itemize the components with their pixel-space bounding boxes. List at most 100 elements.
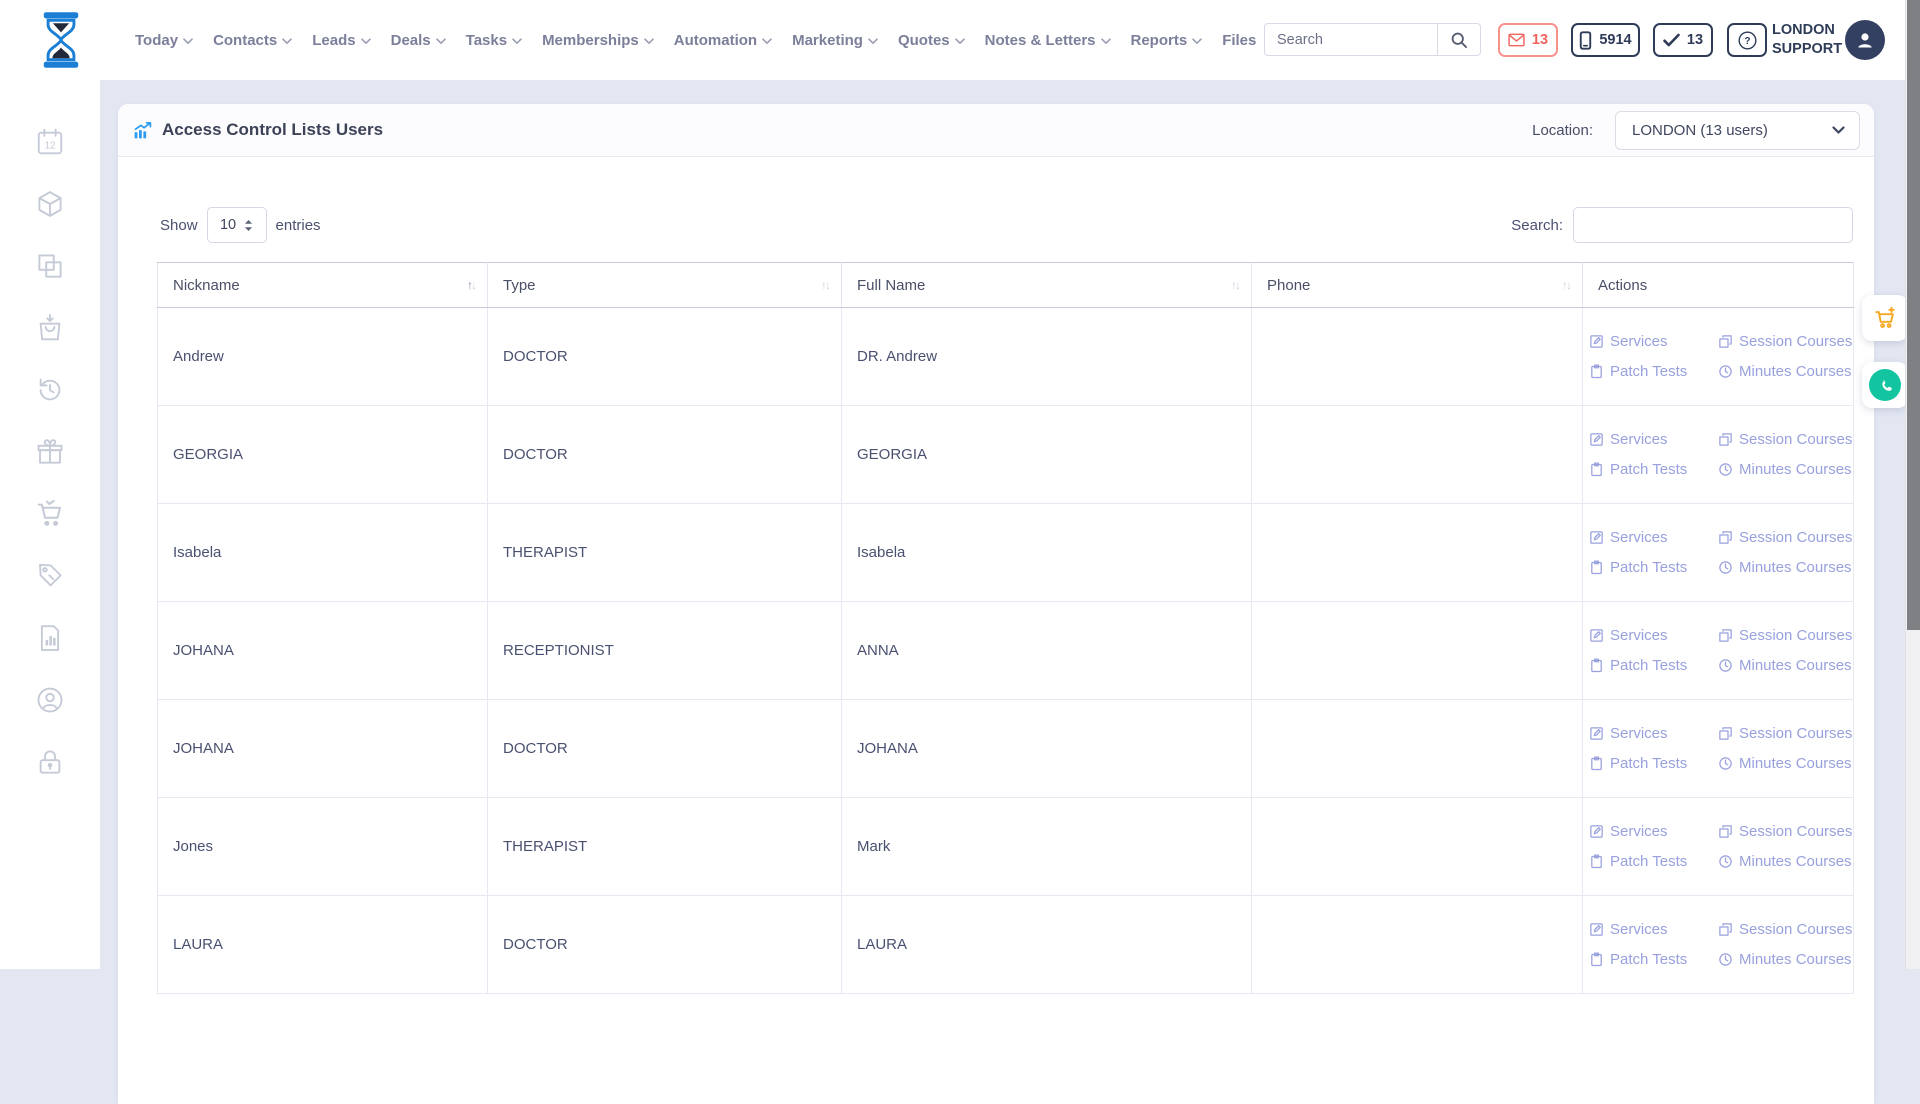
minutes-courses-link[interactable]: Minutes Courses — [1718, 461, 1853, 478]
action-label: Session Courses — [1739, 627, 1852, 644]
column-header-full-name[interactable]: Full Name ↑↓ — [842, 263, 1252, 308]
copy-squares-icon — [35, 251, 65, 281]
session-courses-link[interactable]: Session Courses — [1718, 921, 1853, 938]
session-courses-link[interactable]: Session Courses — [1718, 333, 1853, 350]
copy-window-icon — [1718, 922, 1733, 937]
session-courses-link[interactable]: Session Courses — [1718, 823, 1853, 840]
services-link[interactable]: Services — [1589, 725, 1718, 742]
sidebar-item-cart[interactable] — [35, 499, 65, 529]
column-header-phone[interactable]: Phone ↑↓ — [1252, 263, 1583, 308]
floating-cart-button[interactable] — [1862, 295, 1908, 341]
avatar[interactable] — [1845, 20, 1885, 60]
minutes-courses-link[interactable]: Minutes Courses — [1718, 657, 1853, 674]
location-select[interactable]: LONDON (13 users) — [1615, 111, 1860, 150]
global-search-input[interactable] — [1264, 23, 1437, 56]
phone-badge[interactable]: 5914 — [1571, 23, 1640, 57]
action-label: Patch Tests — [1610, 755, 1687, 772]
cell-actions: Services Session Courses Patch Tests — [1583, 406, 1854, 504]
menu-item-marketing[interactable]: Marketing — [792, 32, 878, 49]
patch-tests-link[interactable]: Patch Tests — [1589, 363, 1718, 380]
clock-icon — [1718, 854, 1733, 869]
table-row: LAURA DOCTOR LAURA Services Session Cour… — [158, 896, 1854, 994]
sidebar-item-security[interactable] — [35, 747, 65, 777]
vertical-scrollbar[interactable] — [1905, 0, 1920, 969]
services-link[interactable]: Services — [1589, 529, 1718, 546]
global-search — [1264, 23, 1481, 56]
menu-item-reports[interactable]: Reports — [1131, 32, 1203, 49]
services-link[interactable]: Services — [1589, 627, 1718, 644]
copy-window-icon — [1718, 334, 1733, 349]
table-row: JOHANA DOCTOR JOHANA Services Session Co… — [158, 700, 1854, 798]
chevron-down-icon — [512, 38, 522, 45]
sidebar-item-pricing[interactable] — [35, 561, 65, 591]
sidebar-item-gifts[interactable] — [35, 437, 65, 467]
page-length-select[interactable]: 10 — [207, 207, 267, 243]
mail-badge[interactable]: 13 — [1498, 23, 1558, 57]
page-title: Access Control Lists Users — [132, 120, 383, 141]
help-badge[interactable]: ? — [1727, 23, 1767, 57]
patch-tests-link[interactable]: Patch Tests — [1589, 853, 1718, 870]
services-link[interactable]: Services — [1589, 431, 1718, 448]
services-link[interactable]: Services — [1589, 921, 1718, 938]
tasks-badge[interactable]: 13 — [1653, 23, 1713, 57]
menu-item-automation[interactable]: Automation — [674, 32, 772, 49]
sidebar-item-reports[interactable] — [35, 623, 65, 653]
table-controls: Show 10 entries Search: — [160, 207, 1853, 243]
menu-item-tasks[interactable]: Tasks — [466, 32, 522, 49]
cell-actions: Services Session Courses Patch Tests — [1583, 602, 1854, 700]
session-courses-link[interactable]: Session Courses — [1718, 627, 1853, 644]
minutes-courses-link[interactable]: Minutes Courses — [1718, 853, 1853, 870]
patch-tests-link[interactable]: Patch Tests — [1589, 755, 1718, 772]
menu-item-quotes[interactable]: Quotes — [898, 32, 965, 49]
sidebar-item-users[interactable] — [35, 685, 65, 715]
services-link[interactable]: Services — [1589, 823, 1718, 840]
cell-nickname: GEORGIA — [158, 406, 488, 504]
sidebar-item-duplicates[interactable] — [35, 251, 65, 281]
patch-tests-link[interactable]: Patch Tests — [1589, 657, 1718, 674]
sidebar-item-products[interactable] — [35, 189, 65, 219]
patch-tests-link[interactable]: Patch Tests — [1589, 559, 1718, 576]
floating-phone-button[interactable] — [1862, 362, 1908, 408]
scrollbar-thumb[interactable] — [1907, 0, 1920, 630]
cell-full-name: JOHANA — [842, 700, 1252, 798]
minutes-courses-link[interactable]: Minutes Courses — [1718, 755, 1853, 772]
table-filter-input[interactable] — [1573, 207, 1853, 243]
envelope-icon — [1508, 33, 1525, 47]
column-label: Type — [503, 277, 536, 294]
menu-item-today[interactable]: Today — [135, 32, 193, 49]
menu-item-contacts[interactable]: Contacts — [213, 32, 292, 49]
cell-type: THERAPIST — [488, 504, 842, 602]
session-courses-link[interactable]: Session Courses — [1718, 431, 1853, 448]
patch-tests-link[interactable]: Patch Tests — [1589, 461, 1718, 478]
page-length-value: 10 — [220, 217, 236, 233]
session-courses-link[interactable]: Session Courses — [1718, 529, 1853, 546]
menu-item-files[interactable]: Files — [1222, 32, 1256, 49]
menu-item-leads[interactable]: Leads — [312, 32, 370, 49]
table-header-row: Nickname ↑↓ Type ↑↓ Full Name ↑↓ Phone ↑… — [158, 263, 1854, 308]
action-label: Session Courses — [1739, 921, 1852, 938]
menu-item-deals[interactable]: Deals — [391, 32, 446, 49]
minutes-courses-link[interactable]: Minutes Courses — [1718, 559, 1853, 576]
app-logo-hourglass-icon[interactable] — [38, 11, 84, 69]
entries-label: entries — [276, 217, 321, 234]
menu-item-memberships[interactable]: Memberships — [542, 32, 654, 49]
card-header: Access Control Lists Users Location: LON… — [118, 104, 1874, 157]
column-header-nickname[interactable]: Nickname ↑↓ — [158, 263, 488, 308]
cell-full-name: Isabela — [842, 504, 1252, 602]
chevron-down-icon — [955, 38, 965, 45]
search-button[interactable] — [1437, 23, 1481, 56]
patch-tests-link[interactable]: Patch Tests — [1589, 951, 1718, 968]
action-label: Minutes Courses — [1739, 461, 1852, 478]
menu-item-label: Quotes — [898, 32, 950, 49]
minutes-courses-link[interactable]: Minutes Courses — [1718, 951, 1853, 968]
column-header-type[interactable]: Type ↑↓ — [488, 263, 842, 308]
sidebar-item-calendar[interactable]: 12 — [35, 127, 65, 157]
sidebar-item-orders[interactable] — [35, 313, 65, 343]
calendar-12-icon: 12 — [35, 127, 65, 157]
services-link[interactable]: Services — [1589, 333, 1718, 350]
cell-type: DOCTOR — [488, 406, 842, 504]
minutes-courses-link[interactable]: Minutes Courses — [1718, 363, 1853, 380]
session-courses-link[interactable]: Session Courses — [1718, 725, 1853, 742]
menu-item-notes-letters[interactable]: Notes & Letters — [985, 32, 1111, 49]
sidebar-item-history[interactable] — [35, 375, 65, 405]
